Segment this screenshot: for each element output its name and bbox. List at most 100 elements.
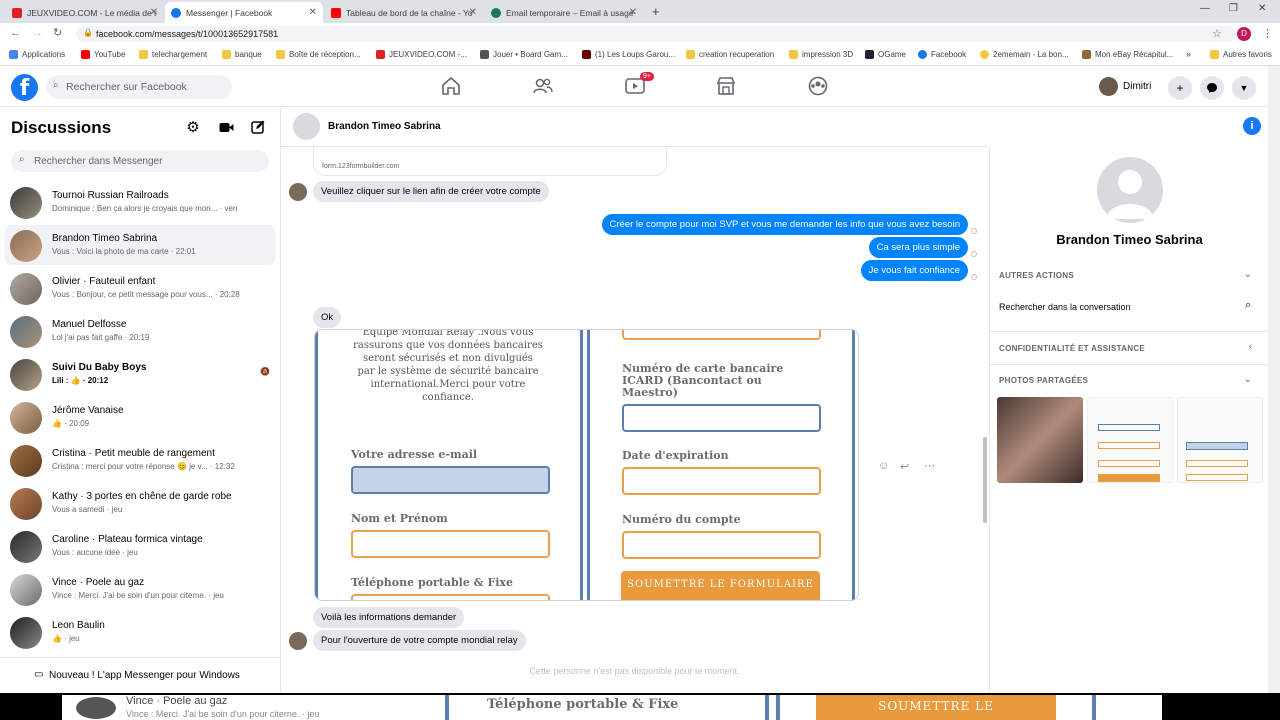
conversation-item[interactable]: Kathy · 3 portes en chêne de garde robe … — [5, 483, 275, 523]
new-tab-button[interactable]: + — [652, 4, 660, 19]
search-conversation-label[interactable]: Rechercher dans la conversation — [999, 302, 1131, 312]
create-button[interactable]: + — [1168, 76, 1192, 100]
bookmark-item[interactable]: Autres favoris — [1210, 50, 1272, 59]
close-window-icon[interactable]: ✕ — [1258, 3, 1266, 14]
friends-icon[interactable] — [532, 76, 554, 96]
unavailable-note: Cette personne n'est pas disponible pour… — [529, 666, 740, 676]
facebook-logo-icon[interactable]: f — [11, 74, 38, 101]
bookmark-item[interactable]: telechargement — [139, 50, 207, 59]
close-tab-icon[interactable]: ✕ — [469, 7, 477, 18]
close-tab-icon[interactable]: ✕ — [629, 7, 637, 18]
react-emoji-icon[interactable]: ☺ — [878, 460, 889, 472]
bookmark-item[interactable]: OGame — [865, 50, 906, 59]
bookmark-item[interactable]: Applications — [9, 50, 65, 59]
message-bubble-incoming: Ok — [313, 307, 342, 328]
bookmark-label: Autres favoris — [1223, 50, 1272, 59]
ogame-icon — [865, 50, 874, 59]
conversation-title[interactable]: Brandon Timeo Sabrina — [328, 121, 441, 132]
chevron-left-icon[interactable]: ‹ — [1249, 341, 1252, 352]
chevron-down-icon[interactable]: ⌄ — [1244, 374, 1252, 385]
bookmark-item[interactable]: JEUXVIDEO.COM -... — [376, 50, 467, 59]
more-options-icon[interactable]: ⋯ — [924, 459, 935, 472]
facebook-search-input[interactable]: ⌕ Rechercher sur Facebook — [46, 75, 232, 99]
bookmark-item[interactable]: impression 3D — [789, 50, 853, 59]
more-bookmarks-icon[interactable]: » — [1186, 49, 1191, 59]
conversation-item[interactable]: Leon Baulin 👍 · jeu — [5, 612, 275, 652]
search-icon: ⌕ — [53, 80, 59, 91]
avatar — [10, 617, 42, 649]
conversation-item[interactable]: Manuel Delfosse Lol j'ai pas fait gaffe … — [5, 311, 275, 351]
window-scrollbar[interactable] — [1268, 66, 1280, 693]
user-profile-link[interactable]: Dimitri — [1099, 77, 1151, 96]
youtube-icon — [81, 50, 90, 59]
close-tab-icon[interactable]: ✕ — [309, 7, 317, 18]
settings-gear-icon[interactable]: ⚙ — [183, 117, 203, 137]
marketplace-icon[interactable] — [715, 76, 737, 96]
folder-icon — [276, 50, 285, 59]
conversation-item[interactable]: Caroline · Plateau formica vintage Vous … — [5, 526, 275, 566]
maximize-icon[interactable]: ❐ — [1229, 3, 1238, 14]
conversation-item[interactable]: Olivier · Fauteuil enfant Vous : Bonjour… — [5, 268, 275, 308]
groups-icon[interactable] — [807, 76, 829, 96]
conversation-preview: Cristina : merci pour votre réponse 😊 je… — [52, 462, 235, 471]
more-actions-header[interactable]: AUTRES ACTIONS — [999, 271, 1074, 280]
shared-photo-thumbnail[interactable] — [1087, 397, 1173, 483]
url-text: facebook.com/messages/t/100013652917581 — [96, 29, 279, 39]
browser-menu-icon[interactable]: ⋮ — [1262, 27, 1273, 40]
minimize-icon[interactable]: — — [1200, 3, 1210, 14]
avatar — [10, 402, 42, 434]
search-icon[interactable]: ⌕ — [1245, 299, 1251, 312]
account-menu-chevron-icon[interactable]: ▼ — [1232, 76, 1256, 100]
avatar[interactable] — [1097, 157, 1163, 223]
address-bar[interactable]: 🔒 facebook.com/messages/t/10001365291758… — [76, 26, 1236, 42]
browser-tab[interactable]: Tableau de bord de la chaîne - Yo ✕ — [325, 2, 483, 23]
shared-photo-thumbnail[interactable] — [997, 397, 1083, 483]
privacy-header[interactable]: CONFIDENTIALITÉ ET ASSISTANCE — [999, 344, 1145, 353]
bookmark-item[interactable]: Mon eBay Récapitul... — [1082, 50, 1173, 59]
messenger-icon[interactable] — [1200, 76, 1224, 100]
conversation-item-selected[interactable]: Brandon Timeo Sabrina Vous : Voici la ph… — [5, 225, 275, 265]
browser-tab[interactable]: JEUXVIDEO.COM - Le média de r ✕ — [6, 2, 164, 23]
conversation-name: Suivi Du Baby Boys — [52, 362, 147, 373]
bookmark-item[interactable]: Facebook — [918, 50, 966, 59]
bookmark-item[interactable]: 2ememain - La bon... — [980, 50, 1069, 59]
conversation-item[interactable]: Vince · Poele au gaz Vince : Merci. J'ai… — [5, 569, 275, 609]
thumb-button — [1098, 474, 1160, 482]
close-tab-icon[interactable]: ✕ — [150, 7, 158, 18]
bookmark-item[interactable]: banque — [222, 50, 262, 59]
message-scrollbar[interactable] — [983, 437, 987, 523]
conversation-name: Tournoi Russian Railroads — [52, 190, 169, 201]
link-preview-card[interactable]: form.123formbuilder.com — [313, 147, 667, 176]
avatar[interactable] — [293, 113, 320, 140]
home-icon[interactable] — [440, 76, 462, 96]
shared-image-form[interactable]: Équipe Mondial Relay .Nous vous rassuron… — [314, 329, 859, 601]
messenger-search-input[interactable]: ⌕ Rechercher dans Messenger — [11, 150, 269, 172]
profile-avatar[interactable]: D — [1237, 27, 1251, 41]
new-message-icon[interactable] — [248, 117, 268, 137]
thumb-field — [1098, 442, 1160, 449]
avatar — [10, 574, 42, 606]
video-call-icon[interactable] — [216, 117, 236, 137]
conversation-item[interactable]: Tournoi Russian Railroads Dominique : Be… — [5, 182, 275, 222]
bookmark-item[interactable]: YouTube — [81, 50, 125, 59]
bookmark-item[interactable]: Jouer • Board Gam... — [480, 50, 568, 59]
info-icon[interactable]: i — [1243, 117, 1261, 135]
bookmark-item[interactable]: creation recuperation — [686, 50, 774, 59]
browser-tab[interactable]: Email temporaire – Email à usage ✕ — [485, 2, 643, 23]
forward-icon[interactable]: → — [32, 27, 43, 39]
apps-icon — [9, 50, 18, 59]
shared-photo-thumbnail[interactable] — [1177, 397, 1263, 483]
conversation-item[interactable]: Cristina · Petit meuble de rangement Cri… — [5, 440, 275, 480]
shared-photos-header[interactable]: PHOTOS PARTAGÉES — [999, 376, 1088, 385]
conversation-item[interactable]: Suivi Du Baby Boys Lili : 👍 · 20:12 🔕 — [5, 354, 275, 394]
chevron-down-icon[interactable]: ⌄ — [1244, 269, 1252, 280]
reply-icon[interactable]: ↩ — [900, 460, 909, 473]
conversation-item[interactable]: Jérôme Vanaise 👍 · 20:09 — [5, 397, 275, 437]
bookmark-item[interactable]: Boîte de réception... — [276, 50, 361, 59]
browser-tab-active[interactable]: Messenger | Facebook ✕ — [165, 2, 323, 23]
back-icon[interactable]: ← — [10, 27, 21, 39]
reload-icon[interactable]: ↻ — [53, 26, 62, 39]
bookmark-item[interactable]: (1) Les Loups Garou... — [582, 50, 675, 59]
bookmark-star-icon[interactable]: ☆ — [1212, 27, 1222, 40]
windows-app-promo[interactable]: ▭ Nouveau ! L'app Messenger pour Windows — [0, 657, 281, 693]
